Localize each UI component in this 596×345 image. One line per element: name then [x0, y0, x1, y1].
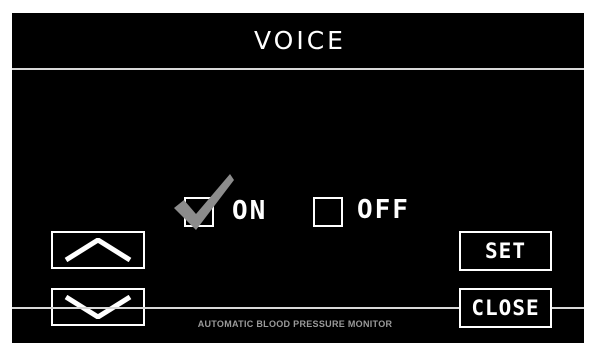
voice-off-checkbox[interactable]: [313, 197, 343, 227]
voice-on-option[interactable]: ON: [170, 172, 268, 230]
scroll-up-button[interactable]: [51, 231, 145, 269]
voice-settings-screen: VOICE ON OFF SET CLOSE AUTOMATIC BLOOD P…: [12, 13, 584, 343]
set-button[interactable]: SET: [459, 231, 552, 271]
voice-on-label: ON: [232, 195, 268, 226]
voice-on-checkbox[interactable]: [174, 174, 234, 230]
footer-text: AUTOMATIC BLOOD PRESSURE MONITOR: [197, 319, 393, 329]
device-name-footer: AUTOMATIC BLOOD PRESSURE MONITOR: [12, 319, 584, 329]
chevron-up-icon: [64, 238, 132, 262]
page-title: VOICE: [254, 26, 346, 55]
voice-off-option[interactable]: OFF: [313, 195, 410, 227]
title-bar: VOICE: [12, 13, 584, 70]
checkmark-icon: [174, 174, 234, 230]
voice-off-label: OFF: [357, 195, 410, 225]
